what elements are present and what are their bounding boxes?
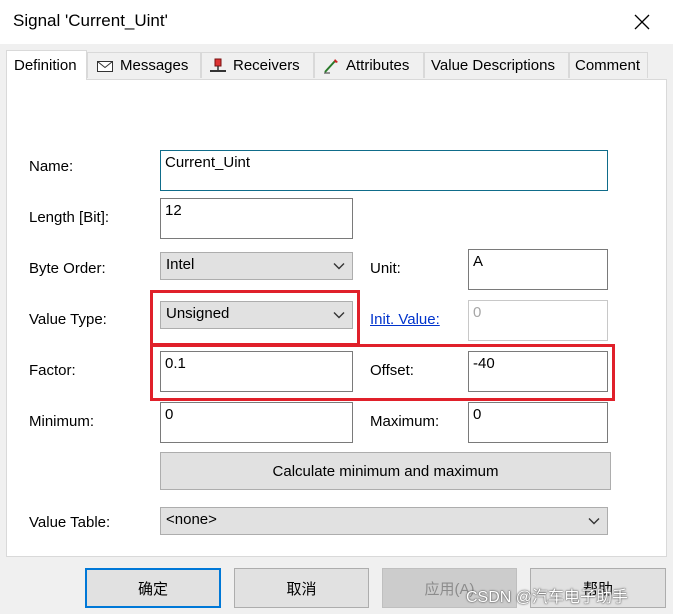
tab-attributes[interactable]: Attributes xyxy=(314,52,424,78)
init-value-input: 0 xyxy=(468,300,608,341)
minimum-input[interactable]: 0 xyxy=(160,402,353,443)
byte-order-label: Byte Order: xyxy=(29,260,106,277)
window-title: Signal 'Current_Uint' xyxy=(13,11,168,30)
tab-messages[interactable]: Messages xyxy=(87,52,201,78)
length-input[interactable]: 12 xyxy=(160,198,353,239)
value-table-select[interactable]: <none> xyxy=(160,507,608,535)
byte-order-value: Intel xyxy=(166,256,195,273)
minimum-label: Minimum: xyxy=(29,413,95,430)
tab-comment[interactable]: Comment xyxy=(569,52,648,78)
tab-label: Value Descriptions xyxy=(431,57,555,74)
tab-label: Comment xyxy=(575,57,641,74)
receiver-node-icon xyxy=(209,58,227,74)
envelope-icon xyxy=(96,58,114,74)
tab-receivers[interactable]: Receivers xyxy=(201,52,314,78)
factor-label: Factor: xyxy=(29,362,76,379)
byte-order-select[interactable]: Intel xyxy=(160,252,353,280)
chevron-down-icon xyxy=(333,263,345,270)
offset-label: Offset: xyxy=(370,362,414,379)
chevron-down-icon xyxy=(588,518,600,525)
value-type-value: Unsigned xyxy=(166,305,230,322)
tab-label: Messages xyxy=(120,57,189,74)
maximum-label: Maximum: xyxy=(370,413,440,430)
value-type-select[interactable]: Unsigned xyxy=(160,301,353,329)
close-icon xyxy=(634,14,650,30)
ok-button[interactable]: 确定 xyxy=(85,568,221,608)
tab-label: Definition xyxy=(14,57,77,74)
init-value-link[interactable]: Init. Value: xyxy=(370,311,440,328)
factor-input[interactable]: 0.1 xyxy=(160,351,353,392)
unit-label: Unit: xyxy=(370,260,401,277)
attributes-pen-icon xyxy=(322,58,340,74)
length-label: Length [Bit]: xyxy=(29,209,110,226)
name-input[interactable]: Current_Uint xyxy=(160,150,608,191)
close-button[interactable] xyxy=(626,6,658,38)
tab-label: Receivers xyxy=(233,57,300,74)
name-label: Name: xyxy=(29,158,74,175)
maximum-input[interactable]: 0 xyxy=(468,402,608,443)
tab-definition[interactable]: Definition xyxy=(6,50,87,80)
watermark: CSDN @汽车电子助手 xyxy=(466,589,629,606)
tab-label: Attributes xyxy=(346,57,410,74)
value-type-label: Value Type: xyxy=(29,311,107,328)
offset-input[interactable]: -40 xyxy=(468,351,608,392)
value-table-label: Value Table: xyxy=(29,514,111,531)
unit-input[interactable]: A xyxy=(468,249,608,290)
tab-value-descriptions[interactable]: Value Descriptions xyxy=(424,52,569,78)
chevron-down-icon xyxy=(333,312,345,319)
calculate-min-max-button[interactable]: Calculate minimum and maximum xyxy=(160,452,611,490)
value-table-value: <none> xyxy=(166,511,217,528)
cancel-button[interactable]: 取消 xyxy=(234,568,369,608)
